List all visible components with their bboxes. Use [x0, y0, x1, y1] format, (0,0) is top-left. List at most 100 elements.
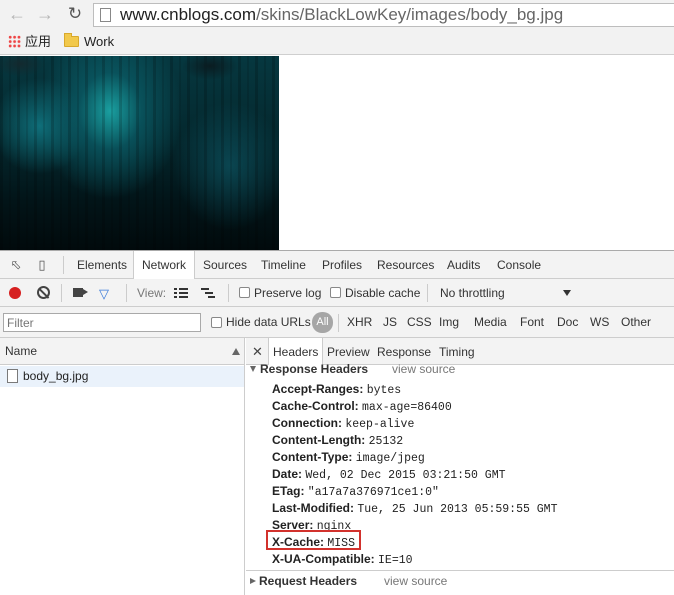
- tab-response[interactable]: Response: [377, 338, 431, 365]
- bookmark-apps[interactable]: 应用: [8, 34, 51, 50]
- throttling-select[interactable]: No throttling: [440, 279, 505, 307]
- filter-media[interactable]: Media: [474, 307, 507, 338]
- devtools-tabbar: ⬁ ▯ Elements Network Sources Timeline Pr…: [0, 251, 674, 279]
- reload-icon[interactable]: ↻: [64, 3, 86, 25]
- response-headers-title: Response Headers: [260, 362, 369, 376]
- filter-doc[interactable]: Doc: [557, 307, 578, 338]
- view-source-link[interactable]: view source: [384, 574, 447, 588]
- response-headers-section[interactable]: Response Headers: [250, 362, 368, 376]
- url-host: www.cnblogs.com: [120, 5, 257, 24]
- inspect-element-icon[interactable]: ⬁: [8, 257, 24, 273]
- preserve-log-checkbox[interactable]: [239, 287, 250, 298]
- file-icon: [7, 369, 18, 383]
- header-value: bytes: [366, 384, 402, 397]
- url-text: www.cnblogs.com/skins/BlackLowKey/images…: [120, 5, 563, 25]
- chevron-down-icon[interactable]: [563, 290, 571, 296]
- header-row: Date: Wed, 02 Dec 2015 03:21:50 GMT: [272, 466, 506, 483]
- name-column-header[interactable]: Name: [0, 338, 244, 365]
- disable-cache-checkbox[interactable]: [330, 287, 341, 298]
- close-icon[interactable]: ✕: [252, 338, 263, 365]
- tab-sources[interactable]: Sources: [203, 251, 247, 279]
- tab-preview[interactable]: Preview: [327, 338, 370, 365]
- request-list: Name body_bg.jpg: [0, 338, 245, 595]
- divider: [228, 284, 229, 302]
- filter-bar: Hide data URLs All XHR JS CSS Img Media …: [0, 307, 674, 338]
- record-icon[interactable]: [9, 287, 21, 299]
- tab-audits[interactable]: Audits: [447, 251, 480, 279]
- url-path: /skins/BlackLowKey/images/body_bg.jpg: [256, 5, 564, 24]
- tab-elements[interactable]: Elements: [77, 251, 127, 279]
- filter-font[interactable]: Font: [520, 307, 544, 338]
- request-headers-section[interactable]: Request Headers: [250, 574, 357, 588]
- device-mode-icon[interactable]: ▯: [34, 257, 50, 273]
- tab-profiles[interactable]: Profiles: [322, 251, 362, 279]
- header-value: max-age=86400: [362, 401, 452, 414]
- header-key: Content-Type:: [272, 450, 353, 464]
- browser-toolbar: ← → ↻ www.cnblogs.com/skins/BlackLowKey/…: [0, 0, 674, 30]
- header-row: Connection: keep-alive: [272, 415, 414, 432]
- header-value: keep-alive: [345, 418, 415, 431]
- address-bar[interactable]: www.cnblogs.com/skins/BlackLowKey/images…: [93, 3, 674, 27]
- header-key: ETag:: [272, 484, 305, 498]
- header-value: image/jpeg: [355, 452, 425, 465]
- header-key: Connection:: [272, 416, 342, 430]
- divider: [126, 284, 127, 302]
- large-rows-icon[interactable]: [174, 288, 188, 298]
- header-key: Content-Length:: [272, 433, 366, 447]
- view-label: View:: [137, 286, 167, 300]
- header-value: Wed, 02 Dec 2015 03:21:50 GMT: [305, 469, 506, 482]
- bookmark-work-label: Work: [84, 34, 115, 49]
- list-item[interactable]: body_bg.jpg: [0, 366, 244, 387]
- view-source-link[interactable]: view source: [392, 362, 455, 376]
- waterfall-icon[interactable]: [201, 288, 215, 298]
- header-key: Accept-Ranges:: [272, 382, 364, 396]
- header-row: Cache-Control: max-age=86400: [272, 398, 452, 415]
- arrow-right-icon[interactable]: →: [34, 3, 56, 25]
- header-row: X-UA-Compatible: IE=10: [272, 551, 413, 568]
- tab-headers[interactable]: Headers: [268, 338, 324, 365]
- filter-img[interactable]: Img: [439, 307, 459, 338]
- arrow-left-icon[interactable]: ←: [6, 3, 28, 25]
- header-key: Last-Modified:: [272, 501, 354, 515]
- tab-timing[interactable]: Timing: [439, 338, 475, 365]
- tab-timeline[interactable]: Timeline: [261, 251, 306, 279]
- header-row: Accept-Ranges: bytes: [272, 381, 401, 398]
- filter-input[interactable]: [3, 313, 201, 332]
- header-value: 25132: [368, 435, 404, 448]
- header-row: Content-Type: image/jpeg: [272, 449, 425, 466]
- folder-icon: [64, 33, 79, 47]
- request-detail: ✕ Headers Preview Response Timing Respon…: [246, 338, 674, 595]
- filter-css[interactable]: CSS: [407, 307, 432, 338]
- filter-all-button[interactable]: All: [312, 312, 333, 333]
- clear-icon[interactable]: [37, 286, 50, 299]
- divider: [63, 256, 64, 274]
- filter-ws[interactable]: WS: [590, 307, 609, 338]
- request-name: body_bg.jpg: [23, 369, 89, 383]
- filter-other[interactable]: Other: [621, 307, 651, 338]
- body-bg-image: [0, 56, 279, 250]
- network-toolbar: ▽ View: Preserve log Disable cache No th…: [0, 279, 674, 307]
- sort-ascending-icon: [232, 348, 240, 355]
- filter-js[interactable]: JS: [383, 307, 397, 338]
- tab-resources[interactable]: Resources: [377, 251, 434, 279]
- divider: [61, 284, 62, 302]
- name-column-label: Name: [5, 344, 38, 358]
- detail-tabbar: ✕ Headers Preview Response Timing: [246, 338, 674, 365]
- bookmark-apps-label: 应用: [25, 34, 52, 49]
- filter-xhr[interactable]: XHR: [347, 307, 372, 338]
- filter-funnel-icon[interactable]: ▽: [99, 287, 113, 300]
- hide-data-urls-checkbox[interactable]: [211, 317, 222, 328]
- bookmark-work[interactable]: Work: [64, 33, 115, 50]
- header-key: X-UA-Compatible:: [272, 552, 375, 566]
- page-viewport: [0, 56, 674, 250]
- header-value: Tue, 25 Jun 2013 05:59:55 GMT: [357, 503, 558, 516]
- header-row: ETag: "a17a7a376971ce1:0": [272, 483, 439, 500]
- request-headers-title: Request Headers: [259, 574, 358, 588]
- header-key: Date:: [272, 467, 303, 481]
- tab-network[interactable]: Network: [133, 251, 195, 279]
- screenshot-camera-icon[interactable]: [73, 288, 88, 297]
- tab-console[interactable]: Console: [497, 251, 541, 279]
- hide-data-urls-label: Hide data URLs: [226, 315, 311, 329]
- preserve-log-label: Preserve log: [254, 286, 322, 300]
- header-value: "a17a7a376971ce1:0": [307, 486, 439, 499]
